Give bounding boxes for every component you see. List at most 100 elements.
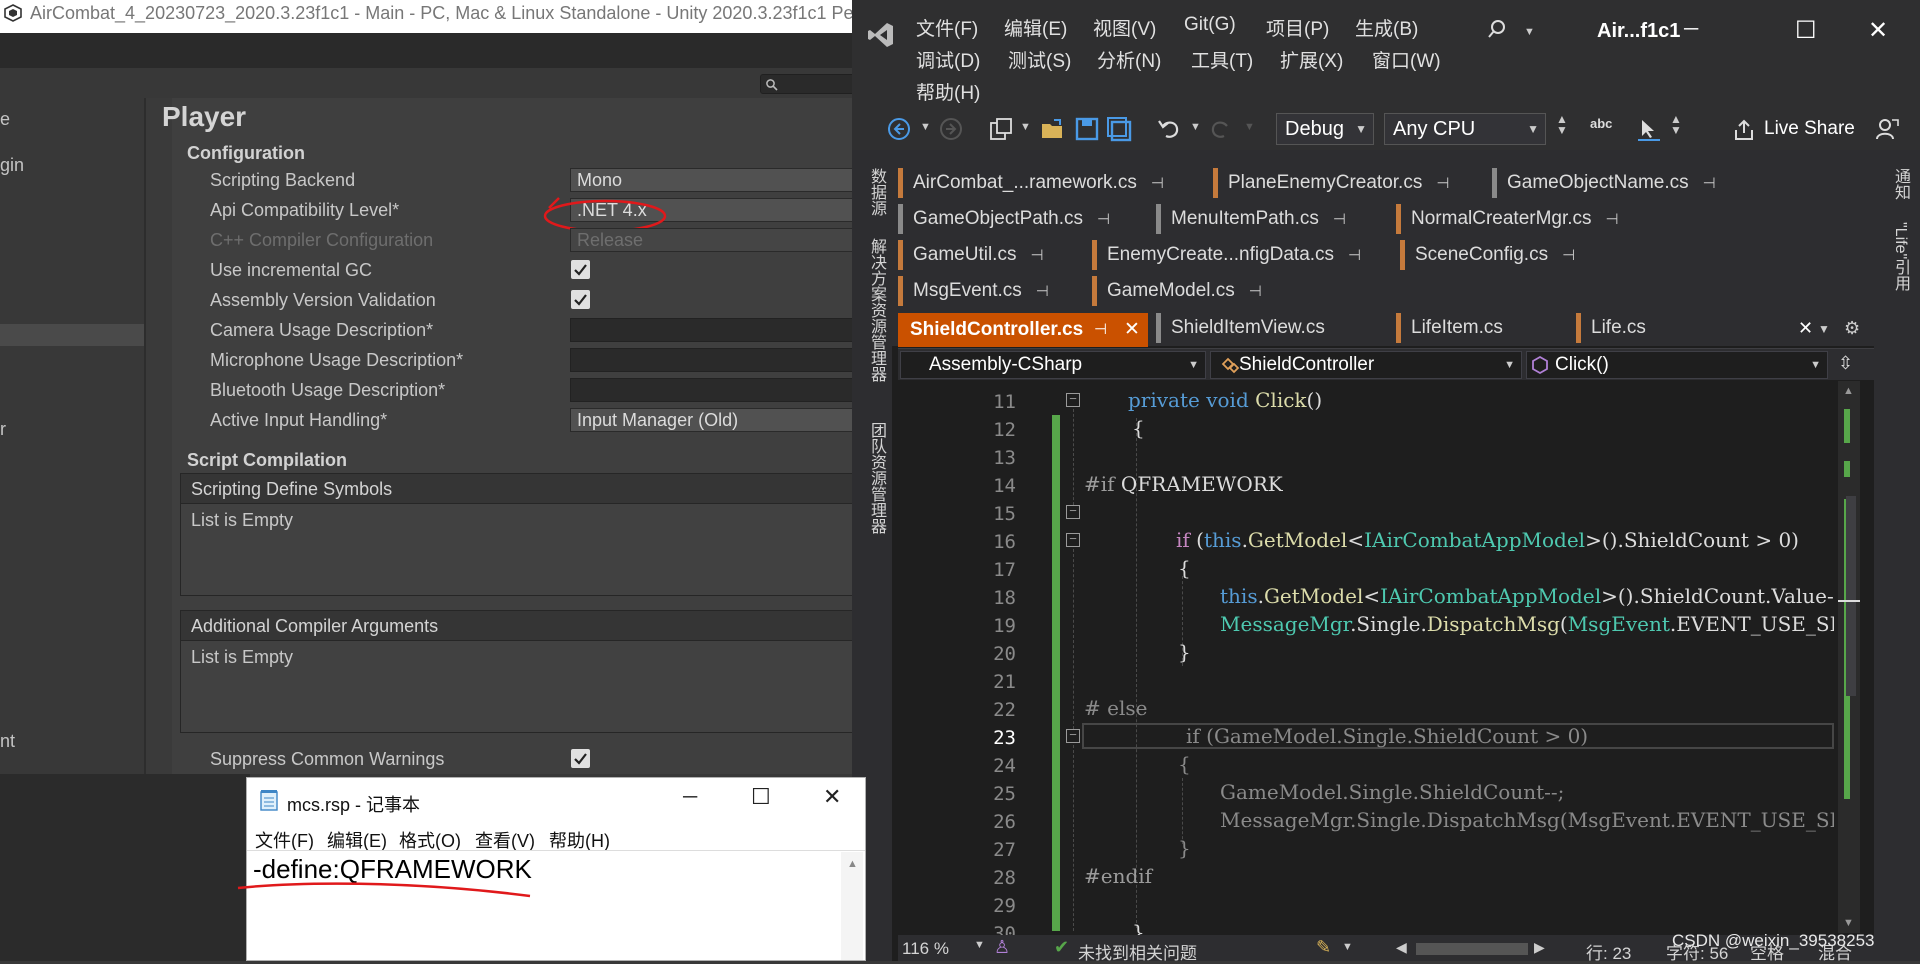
file-tab[interactable]: ShieldItemView.cs — [1156, 313, 1392, 343]
pin-icon[interactable]: ⊣ — [1249, 283, 1262, 300]
file-tab[interactable]: SceneConfig.cs ⊣ — [1400, 240, 1614, 270]
scroll-right-icon[interactable]: ▶ — [1534, 939, 1545, 956]
unity-search-field[interactable] — [760, 74, 860, 94]
scroll-left-icon[interactable]: ◀ — [1396, 939, 1407, 956]
file-tab[interactable]: LifeItem.cs — [1396, 313, 1566, 343]
file-tab[interactable]: Life.cs — [1576, 313, 1704, 343]
file-tab[interactable]: MenuItemPath.cs ⊣ — [1156, 204, 1392, 234]
pin-icon[interactable]: ⊣ — [1606, 211, 1619, 228]
menu-extensions[interactable]: 扩展(X) — [1280, 46, 1343, 73]
tab-list-dropdown-icon[interactable]: ▼ — [1818, 322, 1830, 336]
file-tab[interactable]: GameObjectName.cs ⊣ — [1492, 168, 1752, 198]
pin-icon[interactable]: ⊣ — [1097, 211, 1110, 228]
redo-icon[interactable] — [1208, 116, 1234, 142]
menu-window[interactable]: 窗口(W) — [1372, 46, 1441, 73]
solution-config-dropdown[interactable]: Debug ▼ — [1276, 113, 1374, 145]
maximize-icon[interactable]: ☐ — [751, 784, 771, 810]
scroll-up-icon[interactable]: ▲ — [1843, 385, 1854, 397]
minimize-icon[interactable]: ─ — [1684, 18, 1698, 41]
menu-debug[interactable]: 调试(D) — [916, 46, 980, 73]
scroll-down-icon[interactable]: ▼ — [1843, 917, 1854, 929]
incremental-gc-checkbox[interactable] — [571, 260, 590, 279]
maximize-icon[interactable]: ☐ — [1795, 16, 1817, 45]
suppress-warnings-checkbox[interactable] — [571, 749, 590, 768]
code-editor[interactable] — [898, 381, 1838, 933]
feedback-icon[interactable] — [1874, 116, 1900, 142]
close-icon[interactable]: ✕ — [823, 784, 841, 810]
vertical-scrollbar[interactable]: ▲ ▼ — [1838, 381, 1860, 933]
pin-icon[interactable]: ⊣ — [1348, 247, 1361, 264]
member-dropdown[interactable]: Click() ▼ — [1526, 351, 1828, 379]
class-dropdown[interactable]: ShieldController ▼ — [1210, 351, 1522, 379]
file-tab[interactable]: EnemyCreate...nfigData.cs ⊣ — [1092, 240, 1390, 270]
settings-item[interactable]: r — [0, 419, 6, 440]
pin-icon[interactable]: ⊣ — [1436, 175, 1449, 192]
toolbar-overflow-icon-2[interactable]: ▲ ▼ — [1670, 113, 1682, 136]
file-tab[interactable]: GameUtil.cs ⊣ — [898, 240, 1090, 270]
open-folder-icon[interactable] — [1040, 116, 1066, 142]
pin-icon[interactable]: ⊣ — [1030, 247, 1043, 264]
pointer-icon[interactable] — [1636, 116, 1662, 142]
cleanup-dropdown-icon[interactable]: ▼ — [1342, 941, 1353, 953]
pin-icon[interactable]: ⊣ — [1333, 211, 1346, 228]
scripting-backend-dropdown[interactable]: Mono — [570, 168, 860, 192]
camera-usage-input[interactable] — [570, 318, 860, 342]
settings-item[interactable]: e — [0, 109, 10, 130]
back-dropdown-icon[interactable]: ▼ — [920, 121, 931, 133]
live-share-button[interactable]: Live Share — [1764, 118, 1855, 140]
back-icon[interactable] — [886, 116, 912, 142]
collapse-icon[interactable]: − — [1066, 728, 1080, 743]
file-tab[interactable]: AirCombat_...ramework.cs ⊣ — [898, 168, 1203, 198]
menu-analyze[interactable]: 分析(N) — [1097, 46, 1161, 73]
bluetooth-usage-input[interactable] — [570, 378, 860, 402]
pin-icon[interactable]: ⊣ — [1036, 283, 1049, 300]
file-tab[interactable]: NormalCreaterMgr.cs ⊣ — [1396, 204, 1660, 234]
file-tab[interactable]: MsgEvent.cs ⊣ — [898, 276, 1084, 306]
menu-project[interactable]: 项目(P) — [1266, 14, 1329, 41]
new-dropdown-icon[interactable]: ▼ — [1020, 121, 1031, 133]
references-tab[interactable]: "Life"引用 — [1888, 222, 1912, 291]
settings-item[interactable]: gin — [0, 155, 24, 176]
collapse-icon[interactable]: − — [1066, 532, 1080, 547]
project-dropdown[interactable]: Assembly-CSharp ▼ — [900, 351, 1206, 379]
redo-dropdown-icon[interactable]: ▼ — [1244, 121, 1255, 133]
close-icon[interactable]: ✕ — [1868, 16, 1888, 45]
horizontal-scroll-thumb[interactable] — [1416, 943, 1528, 955]
spellcheck-icon[interactable]: abc — [1590, 116, 1612, 131]
data-sources-tab[interactable]: 数据源 — [864, 168, 888, 216]
search-dropdown-icon[interactable]: ▼ — [1524, 26, 1535, 38]
pin-icon[interactable]: ⊣ — [1562, 247, 1575, 264]
issues-text[interactable]: 未找到相关问题 — [1078, 939, 1197, 964]
line-indicator[interactable]: 行: 23 — [1586, 939, 1631, 964]
notifications-tab[interactable]: 通知 — [1888, 168, 1912, 200]
menu-edit[interactable]: 编辑(E) — [1004, 14, 1067, 41]
menu-git[interactable]: Git(G) — [1184, 14, 1236, 36]
notepad-scrollbar[interactable]: ▲ — [841, 852, 863, 960]
menu-build[interactable]: 生成(B) — [1355, 14, 1418, 41]
undo-dropdown-icon[interactable]: ▼ — [1190, 121, 1201, 133]
settings-item[interactable]: nt — [0, 731, 15, 752]
minimize-icon[interactable]: ─ — [683, 786, 697, 809]
input-handling-dropdown[interactable]: Input Manager (Old) — [570, 408, 860, 432]
scroll-up-icon[interactable]: ▲ — [847, 858, 858, 870]
file-tab[interactable]: GameModel.cs ⊣ — [1092, 276, 1302, 306]
platform-dropdown[interactable]: Any CPU ▼ — [1384, 113, 1546, 145]
active-file-tab[interactable]: ShieldController.cs ⊣ ✕ — [898, 313, 1148, 347]
menu-help[interactable]: 帮助(H) — [916, 78, 980, 105]
menu-test[interactable]: 测试(S) — [1008, 46, 1071, 73]
collapse-icon[interactable]: − — [1066, 392, 1080, 407]
menu-tools[interactable]: 工具(T) — [1191, 46, 1253, 73]
search-icon[interactable] — [1486, 18, 1508, 40]
forward-icon[interactable] — [938, 116, 964, 142]
menu-view[interactable]: 视图(V) — [1093, 14, 1156, 41]
close-all-icon[interactable]: ✕ — [1798, 318, 1813, 339]
pin-icon[interactable]: ⊣ — [1151, 175, 1164, 192]
solution-explorer-tab[interactable]: 解决方案资源管理器 — [864, 238, 888, 382]
collapse-icon[interactable]: − — [1066, 504, 1080, 519]
save-icon[interactable] — [1074, 116, 1100, 142]
microphone-usage-input[interactable] — [570, 348, 860, 372]
selected-settings-item[interactable] — [0, 324, 144, 346]
zoom-level[interactable]: 116 % — [902, 939, 949, 959]
split-editor-icon[interactable]: ⇳ — [1838, 353, 1853, 374]
toolbar-overflow-icon[interactable]: ▲ ▼ — [1556, 113, 1568, 136]
